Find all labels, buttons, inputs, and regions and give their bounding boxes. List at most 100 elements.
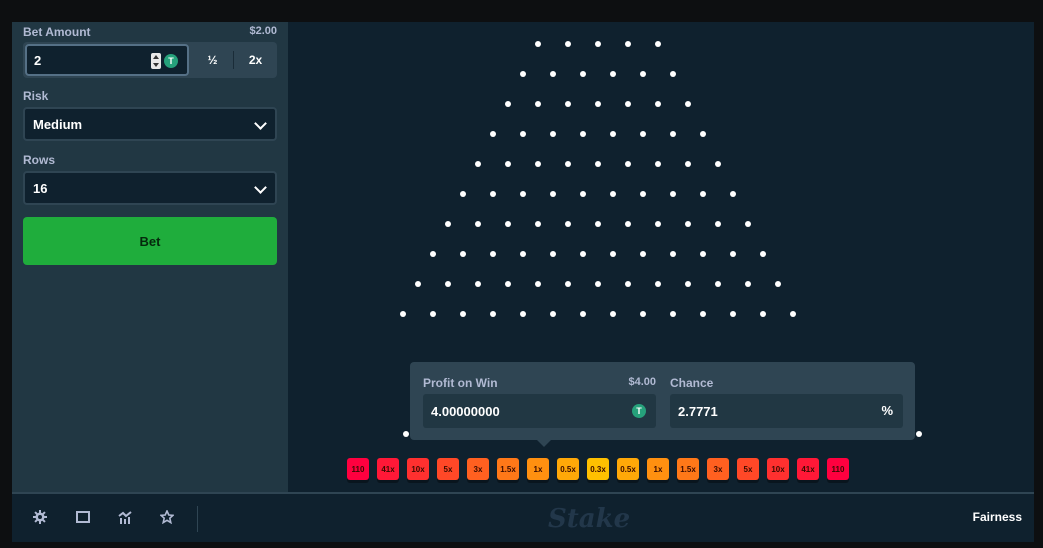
bet-amount-usd: $2.00 — [249, 25, 277, 37]
stake-logo: Stake — [548, 504, 631, 534]
plinko-peg — [640, 131, 646, 137]
bet-button[interactable]: Bet — [23, 217, 277, 265]
multiplier-bucket: 0.5x — [557, 458, 579, 480]
plinko-peg — [745, 221, 751, 227]
risk-value: Medium — [33, 116, 83, 132]
multiplier-bucket: 1x — [647, 458, 669, 480]
stepper-up-icon[interactable] — [153, 55, 159, 59]
plinko-peg — [700, 251, 706, 257]
plinko-peg — [655, 221, 661, 227]
number-stepper[interactable] — [151, 53, 161, 69]
chevron-down-icon — [254, 181, 267, 194]
plinko-peg — [715, 161, 721, 167]
plinko-peg — [700, 311, 706, 317]
plinko-peg — [700, 191, 706, 197]
plinko-peg — [475, 221, 481, 227]
multiplier-bucket: 5x — [737, 458, 759, 480]
plinko-peg — [625, 101, 631, 107]
rows-label: Rows — [23, 153, 56, 167]
plinko-peg — [565, 41, 571, 47]
plinko-edge-peg — [403, 431, 409, 437]
plinko-peg — [460, 191, 466, 197]
chevron-down-icon — [254, 117, 267, 130]
double-bet-button[interactable]: 2x — [234, 42, 277, 78]
rows-value: 16 — [33, 180, 48, 196]
plinko-peg — [550, 191, 556, 197]
plinko-peg — [535, 161, 541, 167]
plinko-peg — [685, 161, 691, 167]
risk-select[interactable]: Medium — [23, 107, 277, 141]
plinko-peg — [490, 311, 496, 317]
multiplier-bucket: 0.5x — [617, 458, 639, 480]
plinko-peg — [625, 161, 631, 167]
plinko-peg — [535, 41, 541, 47]
plinko-peg — [730, 191, 736, 197]
plinko-peg — [520, 71, 526, 77]
popup-arrow — [537, 440, 551, 447]
plinko-peg — [655, 41, 661, 47]
plinko-peg — [490, 251, 496, 257]
plinko-peg — [550, 251, 556, 257]
chance-header: Chance — [670, 376, 903, 390]
bet-amount-value: 2 — [34, 52, 42, 68]
plinko-peg — [445, 281, 451, 287]
plinko-peg — [595, 101, 601, 107]
bet-amount-input[interactable]: 2 T — [25, 44, 189, 76]
plinko-peg — [685, 221, 691, 227]
plinko-peg — [520, 191, 526, 197]
rows-select[interactable]: 16 — [23, 171, 277, 205]
multiplier-bucket: 110 — [347, 458, 369, 480]
gear-icon[interactable] — [31, 508, 49, 526]
plinko-peg — [505, 281, 511, 287]
plinko-peg — [430, 251, 436, 257]
plinko-peg — [520, 311, 526, 317]
chart-icon[interactable] — [116, 508, 134, 526]
plinko-peg — [760, 311, 766, 317]
footer-bar: Stake Fairness — [12, 492, 1034, 542]
plinko-peg — [565, 281, 571, 287]
plinko-peg — [580, 131, 586, 137]
plinko-peg — [670, 311, 676, 317]
star-icon[interactable] — [158, 508, 176, 526]
plinko-peg — [625, 41, 631, 47]
plinko-peg — [520, 131, 526, 137]
profit-field: 4.00000000 T — [423, 394, 656, 428]
half-bet-button[interactable]: ½ — [191, 42, 234, 78]
square-icon[interactable] — [74, 508, 92, 526]
plinko-peg — [460, 311, 466, 317]
plinko-peg — [715, 281, 721, 287]
tether-coin-icon: T — [164, 54, 178, 68]
percent-icon: % — [881, 403, 893, 418]
win-info-popup: Profit on Win $4.00 4.00000000 T Chance … — [410, 362, 915, 440]
multiplier-bucket: 1x — [527, 458, 549, 480]
bet-sidebar: Bet Amount $2.00 2 T ½ 2x Risk Medium Ro… — [12, 22, 288, 492]
plinko-peg — [685, 281, 691, 287]
plinko-peg — [610, 71, 616, 77]
plinko-peg — [595, 221, 601, 227]
plinko-peg — [550, 311, 556, 317]
plinko-peg — [685, 101, 691, 107]
plinko-peg — [775, 281, 781, 287]
plinko-peg — [610, 311, 616, 317]
stepper-down-icon[interactable] — [153, 63, 159, 67]
plinko-peg — [655, 101, 661, 107]
multiplier-bucket: 3x — [467, 458, 489, 480]
multiplier-bucket: 10x — [407, 458, 429, 480]
plinko-peg — [490, 191, 496, 197]
plinko-peg — [715, 221, 721, 227]
multiplier-bucket: 1.5x — [677, 458, 699, 480]
fairness-link[interactable]: Fairness — [973, 510, 1022, 524]
bet-amount-row: 2 T ½ 2x — [23, 42, 277, 78]
plinko-peg — [625, 221, 631, 227]
plinko-peg — [730, 311, 736, 317]
plinko-peg — [505, 221, 511, 227]
plinko-peg — [565, 161, 571, 167]
plinko-peg — [670, 191, 676, 197]
plinko-peg — [730, 251, 736, 257]
bet-amount-header: Bet Amount $2.00 — [23, 25, 277, 39]
plinko-app: Bet Amount $2.00 2 T ½ 2x Risk Medium Ro… — [12, 22, 1034, 542]
plinko-peg — [595, 41, 601, 47]
plinko-peg — [460, 251, 466, 257]
plinko-peg — [535, 101, 541, 107]
plinko-peg — [430, 311, 436, 317]
